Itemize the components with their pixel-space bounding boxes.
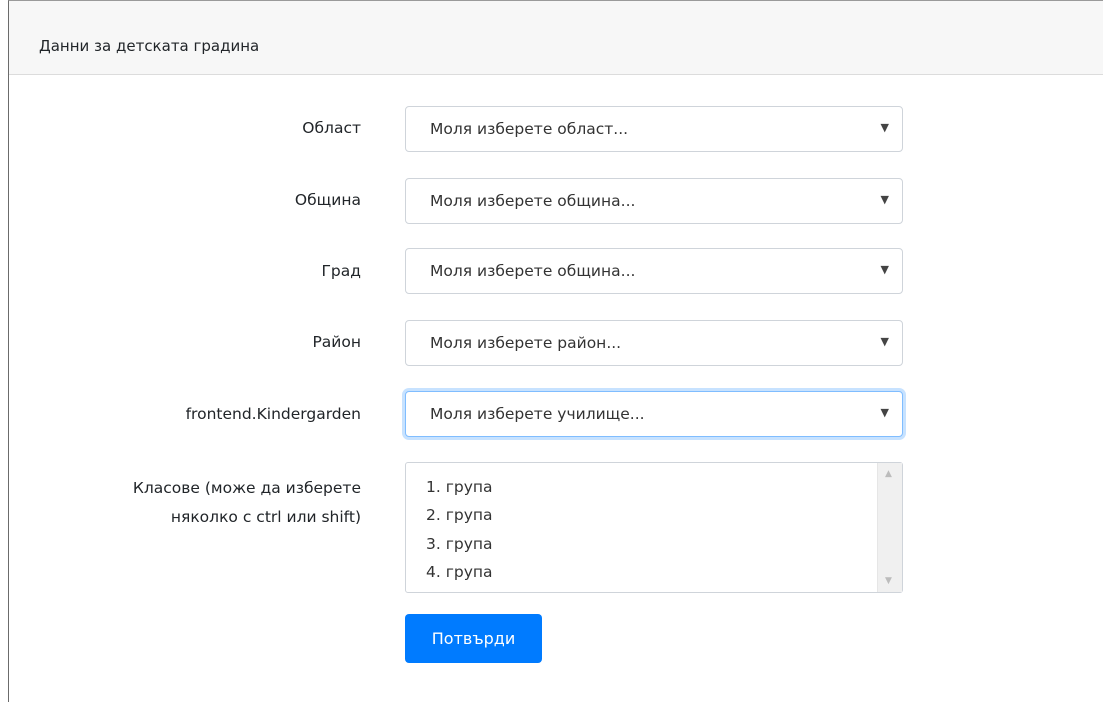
classes-label-line2: няколко с ctrl или shift) [170, 508, 361, 526]
list-item[interactable]: 2. група [426, 506, 493, 524]
district-label: Район [312, 333, 361, 351]
city-select-value: Моля изберете община... [430, 262, 636, 280]
municipality-label: Община [294, 191, 361, 209]
region-label: Област [302, 119, 361, 137]
municipality-select[interactable]: Моля изберете община... ▼ [405, 178, 903, 224]
listbox-scrollbar[interactable]: ▲ ▼ [877, 463, 902, 592]
caret-down-icon: ▼ [880, 335, 889, 348]
city-select[interactable]: Моля изберете община... ▼ [405, 248, 903, 294]
submit-button[interactable]: Потвърди [405, 614, 542, 663]
district-select-value: Моля изберете район... [430, 334, 622, 352]
list-item[interactable]: 1. група [426, 478, 493, 496]
district-select[interactable]: Моля изберете район... ▼ [405, 320, 903, 366]
list-item[interactable]: 3. група [426, 535, 493, 553]
caret-down-icon: ▼ [880, 193, 889, 206]
kindergarten-label: frontend.Kindergarden [185, 405, 361, 423]
classes-multiselect[interactable]: 1. група 2. група 3. група 4. група ▲ ▼ [405, 462, 903, 593]
kindergarten-select-value: Моля изберете училище... [430, 405, 645, 423]
classes-label-line1: Класове (може да изберете [132, 479, 361, 497]
region-select[interactable]: Моля изберете област... ▼ [405, 106, 903, 152]
caret-down-icon: ▼ [880, 263, 889, 276]
kindergarten-select[interactable]: Моля изберете училище... ▼ [405, 391, 903, 437]
kindergarten-card: Данни за детската градина Област Моля из… [8, 0, 1103, 702]
card-title: Данни за детската градина [39, 37, 260, 55]
city-label: Град [321, 262, 361, 280]
caret-down-icon: ▼ [880, 406, 889, 419]
card-header: Данни за детската градина [9, 1, 1103, 75]
scroll-down-icon[interactable]: ▼ [885, 576, 892, 586]
region-select-value: Моля изберете област... [430, 120, 629, 138]
municipality-select-value: Моля изберете община... [430, 192, 636, 210]
scroll-up-icon[interactable]: ▲ [885, 469, 892, 479]
caret-down-icon: ▼ [880, 121, 889, 134]
list-item[interactable]: 4. група [426, 563, 493, 581]
